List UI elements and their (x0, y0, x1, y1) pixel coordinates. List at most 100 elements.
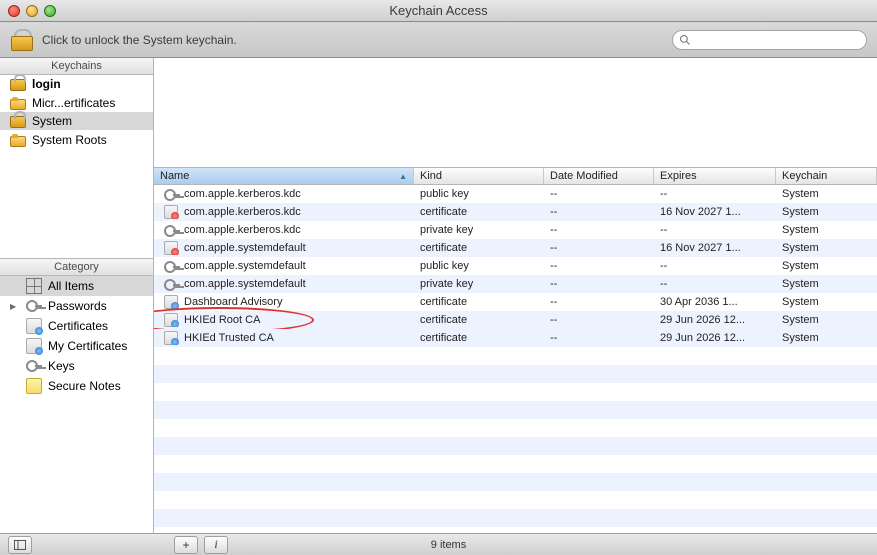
table-row[interactable]: HKIEd Root CAcertificate--29 Jun 2026 12… (154, 311, 877, 329)
table-row[interactable]: com.apple.kerberos.kdcpublic key----Syst… (154, 185, 877, 203)
cell-kind: certificate (414, 296, 544, 308)
sort-asc-icon: ▲ (399, 172, 407, 181)
cert-icon (164, 331, 178, 345)
table-row[interactable]: Dashboard Advisorycertificate--30 Apr 20… (154, 293, 877, 311)
column-header-expires[interactable]: Expires (654, 168, 776, 184)
info-button[interactable]: i (204, 536, 228, 554)
table-row-empty (154, 365, 877, 383)
category-header: Category (0, 259, 153, 276)
cell-kind: public key (414, 260, 544, 272)
column-header-name[interactable]: Name ▲ (154, 168, 414, 184)
show-hide-sidebar-button[interactable] (8, 536, 32, 554)
cell-keychain: System (776, 242, 877, 254)
table-row-empty (154, 437, 877, 455)
keychain-item[interactable]: System (0, 112, 153, 130)
table-row[interactable]: com.apple.systemdefaultprivate key----Sy… (154, 275, 877, 293)
footer: + i 9 items (0, 533, 877, 555)
key-icon (26, 358, 42, 374)
table-row-empty (154, 419, 877, 437)
category-item-label: My Certificates (48, 339, 127, 353)
cell-kind: public key (414, 188, 544, 200)
table-row-empty (154, 509, 877, 527)
table-header: Name ▲ Kind Date Modified Expires Keycha… (154, 168, 877, 185)
cell-date-modified: -- (544, 224, 654, 236)
keychain-item[interactable]: System Roots (0, 130, 153, 149)
category-item[interactable]: Certificates (0, 316, 153, 336)
table-row-empty (154, 527, 877, 533)
lock-icon[interactable] (10, 29, 32, 51)
table-row-empty (154, 383, 877, 401)
cert-icon (164, 295, 178, 309)
cell-name: com.apple.systemdefault (184, 260, 306, 272)
cell-kind: private key (414, 224, 544, 236)
keychains-header: Keychains (0, 58, 153, 75)
cell-name: Dashboard Advisory (184, 296, 282, 308)
category-item[interactable]: My Certificates (0, 336, 153, 356)
toolbar: Click to unlock the System keychain. (0, 22, 877, 58)
category-item[interactable]: ▶Passwords (0, 296, 153, 316)
table-row-empty (154, 347, 877, 365)
cell-expires: 29 Jun 2026 12... (654, 332, 776, 344)
grid-icon (26, 278, 42, 294)
cell-name: com.apple.kerberos.kdc (184, 206, 301, 218)
category-item-label: Keys (48, 359, 75, 373)
table-row[interactable]: HKIEd Trusted CAcertificate--29 Jun 2026… (154, 329, 877, 347)
keychain-item-label: Micr...ertificates (32, 96, 115, 110)
cell-expires: -- (654, 188, 776, 200)
cell-date-modified: -- (544, 260, 654, 272)
table-row-empty (154, 455, 877, 473)
cell-keychain: System (776, 188, 877, 200)
cell-expires: -- (654, 260, 776, 272)
window-title: Keychain Access (389, 3, 487, 18)
cell-date-modified: -- (544, 188, 654, 200)
key-icon (164, 277, 178, 291)
cell-kind: certificate (414, 314, 544, 326)
table-row[interactable]: com.apple.kerberos.kdccertificate--16 No… (154, 203, 877, 221)
add-item-button[interactable]: + (174, 536, 198, 554)
cell-expires: -- (654, 278, 776, 290)
disclosure-triangle-icon[interactable]: ▶ (10, 302, 18, 311)
column-header-date-modified[interactable]: Date Modified (544, 168, 654, 184)
lock-hint-text: Click to unlock the System keychain. (42, 33, 237, 47)
cert-icon (26, 338, 42, 354)
cert-bad-icon (164, 205, 178, 219)
search-input[interactable] (691, 33, 860, 47)
search-field[interactable] (672, 30, 867, 50)
cell-date-modified: -- (544, 242, 654, 254)
key-icon (26, 298, 42, 314)
keychain-item-label: login (32, 77, 61, 91)
keychain-item[interactable]: login (0, 75, 153, 93)
cell-keychain: System (776, 332, 877, 344)
cell-expires: 16 Nov 2027 1... (654, 206, 776, 218)
cell-keychain: System (776, 224, 877, 236)
cell-keychain: System (776, 206, 877, 218)
table-body[interactable]: com.apple.kerberos.kdcpublic key----Syst… (154, 185, 877, 533)
category-item[interactable]: All Items (0, 276, 153, 296)
table-row[interactable]: com.apple.kerberos.kdcprivate key----Sys… (154, 221, 877, 239)
column-header-kind[interactable]: Kind (414, 168, 544, 184)
category-item-label: Certificates (48, 319, 108, 333)
cell-expires: 16 Nov 2027 1... (654, 242, 776, 254)
zoom-window-button[interactable] (44, 5, 56, 17)
cell-name: com.apple.kerberos.kdc (184, 188, 301, 200)
category-item[interactable]: Keys (0, 356, 153, 376)
pane-icon (14, 540, 26, 550)
footer-item-count: 9 items (234, 539, 663, 551)
minimize-window-button[interactable] (26, 5, 38, 17)
cell-date-modified: -- (544, 332, 654, 344)
traffic-lights (0, 5, 64, 17)
login-icon (10, 79, 26, 91)
cell-name: com.apple.kerberos.kdc (184, 224, 301, 236)
category-list: All Items▶Passwords Certificates My Certif… (0, 276, 153, 533)
keychain-item[interactable]: Micr...ertificates (0, 93, 153, 112)
column-header-keychain[interactable]: Keychain (776, 168, 877, 184)
cert-icon (26, 318, 42, 334)
cert-icon (164, 313, 178, 327)
table-row[interactable]: com.apple.systemdefaultpublic key----Sys… (154, 257, 877, 275)
key-icon (164, 259, 178, 273)
table-row[interactable]: com.apple.systemdefaultcertificate--16 N… (154, 239, 877, 257)
category-item[interactable]: Secure Notes (0, 376, 153, 396)
cell-kind: certificate (414, 242, 544, 254)
close-window-button[interactable] (8, 5, 20, 17)
table-row-empty (154, 401, 877, 419)
